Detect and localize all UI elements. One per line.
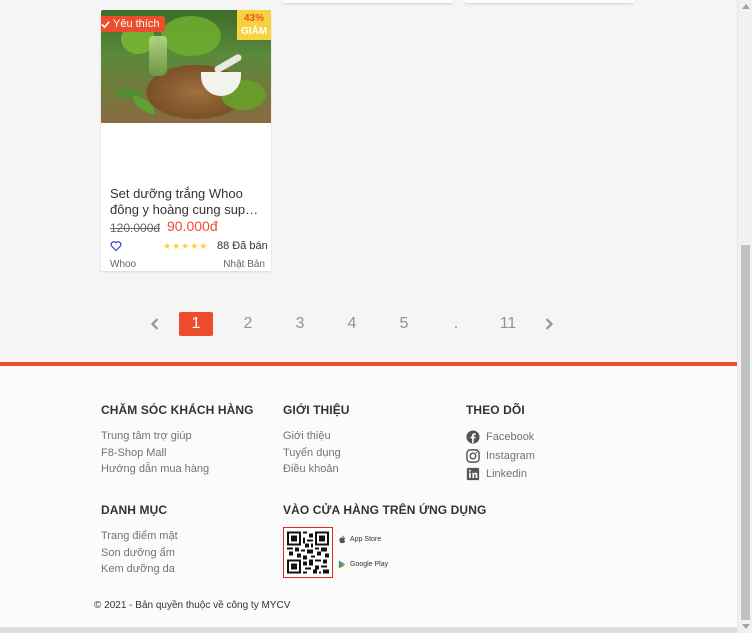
product-brand: Whoo bbox=[110, 259, 137, 270]
star-icon: ★ bbox=[199, 241, 208, 251]
store-badges: App Store Google Play bbox=[338, 533, 388, 583]
scroll-down-arrow-icon[interactable] bbox=[742, 624, 750, 629]
vertical-scrollbar[interactable] bbox=[737, 0, 752, 633]
footer-link-buying-guide[interactable]: Hướng dẫn mua hàng bbox=[101, 461, 254, 478]
instagram-icon bbox=[466, 448, 480, 463]
qr-code-icon bbox=[287, 531, 329, 574]
google-play-icon bbox=[338, 560, 346, 568]
next-page-button[interactable] bbox=[534, 311, 564, 337]
footer bbox=[0, 362, 737, 627]
app-store-badge[interactable]: App Store bbox=[338, 533, 388, 545]
heart-icon[interactable] bbox=[110, 240, 122, 252]
favorite-badge: Yêu thích bbox=[101, 16, 166, 32]
page-button[interactable]: 4 bbox=[335, 312, 369, 336]
page-button[interactable]: 1 bbox=[179, 312, 213, 336]
scroll-up-arrow-icon[interactable] bbox=[742, 4, 750, 9]
product-listing: Yêu thích 43% GIẢM Set dưỡng trắng Whoo … bbox=[0, 0, 737, 362]
window-bottom-edge bbox=[0, 627, 737, 633]
pestle-shape bbox=[213, 52, 243, 75]
scroll-thumb[interactable] bbox=[741, 245, 750, 620]
instagram-label: Instagram bbox=[486, 449, 535, 462]
instagram-link[interactable]: Instagram bbox=[466, 447, 535, 466]
linkedin-link[interactable]: Linkedin bbox=[466, 465, 535, 484]
footer-heading: VÀO CỬA HÀNG TRÊN ỨNG DỤNG bbox=[283, 503, 487, 517]
footer-about: GIỚI THIỆU Giới thiệu Tuyển dụng Điều kh… bbox=[283, 403, 350, 478]
footer-heading: CHĂM SÓC KHÁCH HÀNG bbox=[101, 403, 254, 417]
sold-count: 88 Đã bán bbox=[217, 240, 268, 252]
star-icon: ★ bbox=[172, 241, 181, 251]
linkedin-label: Linkedin bbox=[486, 468, 527, 480]
product-card-stub[interactable] bbox=[464, 0, 635, 3]
footer-categories: DANH MỤC Trang điểm mặt Son dưỡng ẩm Kem… bbox=[101, 503, 178, 578]
prev-page-button[interactable] bbox=[140, 311, 170, 337]
facebook-link[interactable]: Facebook bbox=[466, 428, 535, 447]
page-button[interactable]: 11 bbox=[491, 312, 525, 336]
linkedin-icon bbox=[466, 468, 480, 481]
footer-link-shop-mall[interactable]: F8-Shop Mall bbox=[101, 445, 254, 462]
new-price: 90.000đ bbox=[167, 218, 218, 234]
qr-code[interactable] bbox=[283, 527, 333, 578]
favorite-badge-label: Yêu thích bbox=[113, 18, 160, 30]
discount-percent: 43% bbox=[243, 13, 264, 24]
page-ellipsis: . bbox=[453, 315, 459, 332]
star-icon: ★ bbox=[163, 241, 172, 251]
footer-link-lip-balm[interactable]: Son dưỡng ẩm bbox=[101, 545, 178, 562]
footer-link-about[interactable]: Giới thiệu bbox=[283, 428, 350, 445]
check-icon bbox=[101, 20, 110, 28]
footer-link-terms[interactable]: Điều khoản bbox=[283, 461, 350, 478]
page-button[interactable]: 5 bbox=[387, 312, 421, 336]
discount-label: GIẢM bbox=[240, 26, 268, 37]
footer-heading: DANH MỤC bbox=[101, 503, 168, 517]
pagination: 1 2 3 4 5 . 11 bbox=[140, 311, 564, 337]
facebook-icon bbox=[466, 430, 480, 444]
bottle-shape bbox=[149, 36, 167, 76]
app-store-label: App Store bbox=[350, 535, 382, 543]
product-origin: Nhật Bản bbox=[223, 259, 265, 270]
footer-heading: THEO DÕI bbox=[466, 403, 525, 417]
footer-link-moisturizer[interactable]: Kem dưỡng da bbox=[101, 561, 178, 578]
footer-app: VÀO CỬA HÀNG TRÊN ỨNG DỤNG bbox=[283, 503, 486, 528]
google-play-badge[interactable]: Google Play bbox=[338, 558, 388, 570]
footer-follow: THEO DÕI Facebook Instagram Linkedin bbox=[466, 403, 535, 484]
star-icon: ★ bbox=[190, 241, 199, 251]
copyright-text: © 2021 - Bản quyền thuộc về công ty MYCV bbox=[94, 600, 291, 611]
apple-icon bbox=[339, 535, 346, 543]
footer-customer-care: CHĂM SÓC KHÁCH HÀNG Trung tâm trợ giúp F… bbox=[101, 403, 254, 478]
product-name[interactable]: Set dưỡng trắng Whoo đông y hoàng cung s… bbox=[110, 186, 264, 218]
rating-stars: ★ ★ ★ ★ ★ bbox=[163, 241, 207, 251]
old-price: 120.000đ bbox=[110, 221, 161, 235]
page-button[interactable]: 3 bbox=[283, 312, 317, 336]
chevron-left-icon bbox=[150, 318, 159, 330]
discount-badge: 43% GIẢM bbox=[237, 10, 271, 40]
star-icon: ★ bbox=[181, 241, 190, 251]
footer-heading: GIỚI THIỆU bbox=[283, 403, 350, 417]
product-image: Yêu thích 43% GIẢM bbox=[101, 10, 271, 123]
footer-link-help-center[interactable]: Trung tâm trợ giúp bbox=[101, 428, 254, 445]
facebook-label: Facebook bbox=[486, 431, 535, 443]
product-card[interactable]: Yêu thích 43% GIẢM Set dưỡng trắng Whoo … bbox=[101, 10, 271, 271]
footer-link-careers[interactable]: Tuyển dụng bbox=[283, 445, 350, 462]
footer-link-face-makeup[interactable]: Trang điểm mặt bbox=[101, 528, 178, 545]
google-play-label: Google Play bbox=[350, 560, 389, 568]
page-button[interactable]: 2 bbox=[231, 312, 265, 336]
chevron-right-icon bbox=[545, 318, 554, 330]
product-card-stub[interactable] bbox=[282, 0, 453, 3]
